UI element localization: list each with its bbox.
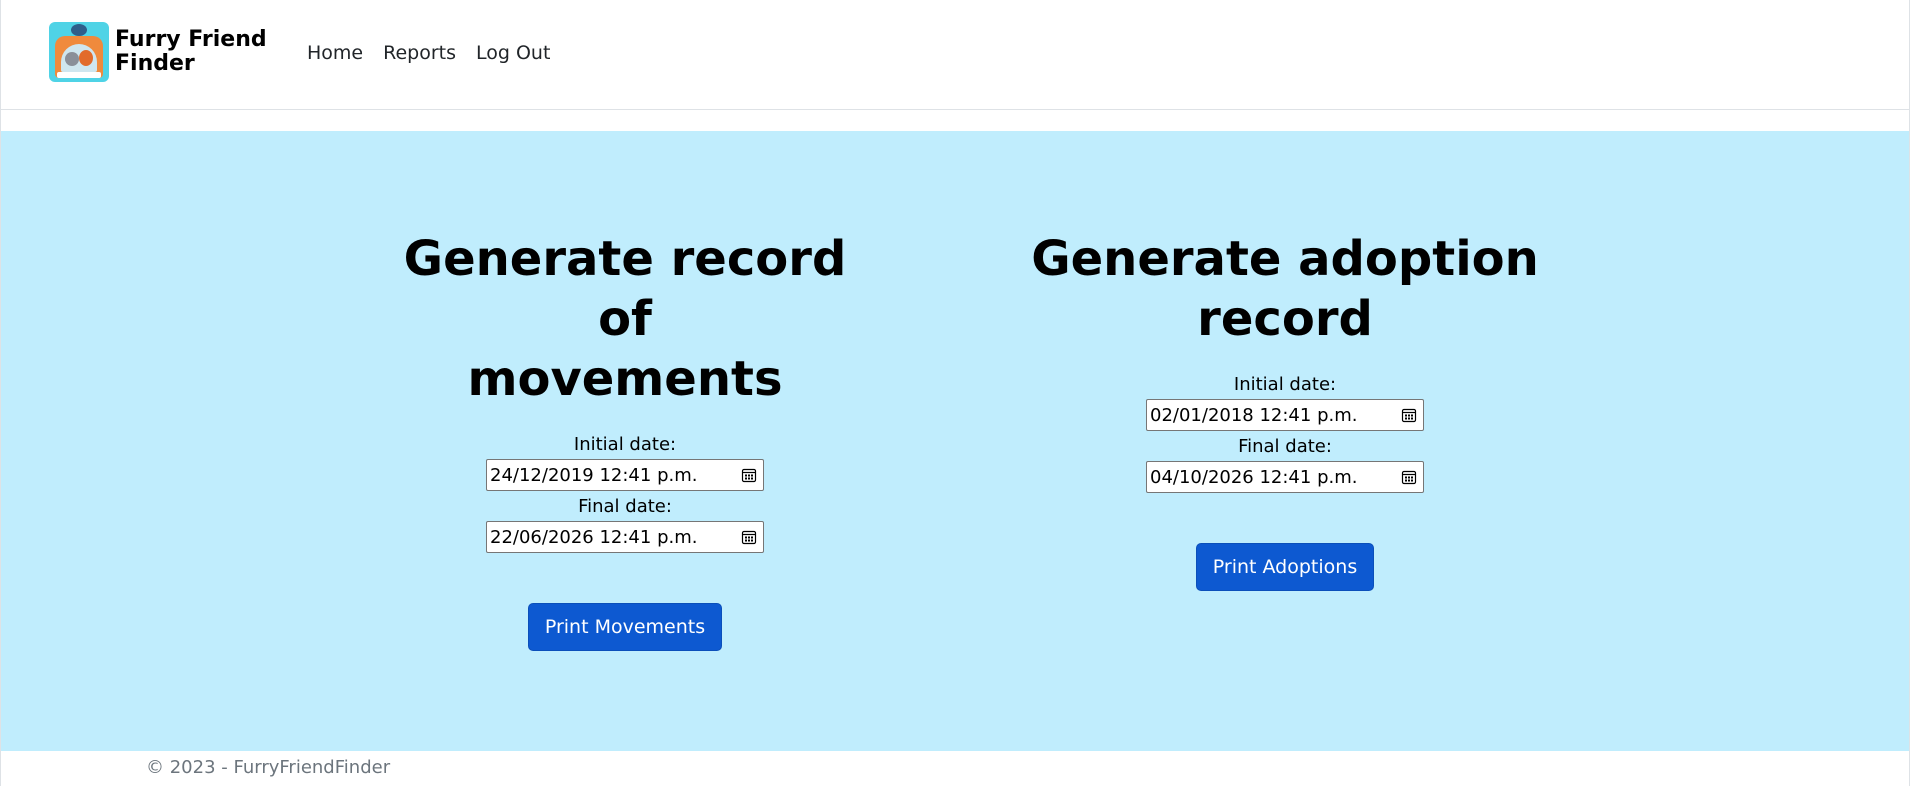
nav-link-logout[interactable]: Log Out bbox=[476, 40, 550, 66]
logo-icon bbox=[49, 22, 109, 82]
adoptions-initial-date-input[interactable]: 02/01/2018 12:41 p.m. bbox=[1146, 399, 1424, 431]
adoptions-title: Generate adoption record bbox=[1031, 231, 1539, 347]
nav-link-home[interactable]: Home bbox=[307, 40, 363, 66]
movements-title-line-1: Generate record of bbox=[403, 231, 847, 347]
movements-title-line-2: movements bbox=[467, 351, 783, 407]
movements-initial-label: Initial date: bbox=[573, 434, 677, 455]
adoptions-initial-date-value: 02/01/2018 12:41 p.m. bbox=[1150, 404, 1358, 426]
calendar-icon[interactable] bbox=[741, 467, 757, 483]
brand-link[interactable]: Furry Friend Finder bbox=[49, 20, 277, 84]
movements-final-date-input[interactable]: 22/06/2026 12:41 p.m. bbox=[486, 521, 764, 553]
movements-initial-date-input[interactable]: 24/12/2019 12:41 p.m. bbox=[486, 459, 764, 491]
calendar-icon[interactable] bbox=[741, 529, 757, 545]
movements-section: Generate record of movements Initial dat… bbox=[395, 229, 855, 651]
movements-final-date-value: 22/06/2026 12:41 p.m. bbox=[490, 526, 698, 548]
calendar-icon[interactable] bbox=[1401, 469, 1417, 485]
movements-initial-date-value: 24/12/2019 12:41 p.m. bbox=[490, 464, 698, 486]
movements-final-label: Final date: bbox=[578, 496, 672, 517]
adoptions-section: Generate adoption record Initial date: 0… bbox=[975, 229, 1595, 591]
main-nav: Home Reports Log Out bbox=[307, 40, 570, 66]
adoptions-final-date-input[interactable]: 04/10/2026 12:41 p.m. bbox=[1146, 461, 1424, 493]
page: Furry Friend Finder Home Reports Log Out… bbox=[0, 0, 1910, 786]
calendar-icon[interactable] bbox=[1401, 407, 1417, 423]
navbar: Furry Friend Finder Home Reports Log Out bbox=[1, 0, 1909, 110]
brand-line-2: Finder bbox=[115, 51, 195, 76]
adoptions-final-label: Final date: bbox=[1238, 436, 1332, 457]
main-content: Generate record of movements Initial dat… bbox=[1, 131, 1909, 751]
movements-title: Generate record of movements bbox=[395, 229, 855, 409]
print-adoptions-button[interactable]: Print Adoptions bbox=[1195, 543, 1375, 591]
brand-name: Furry Friend Finder bbox=[115, 28, 267, 76]
adoptions-initial-label: Initial date: bbox=[1233, 374, 1337, 395]
footer: © 2023 - FurryFriendFinder bbox=[1, 751, 1909, 786]
adoptions-final-date-value: 04/10/2026 12:41 p.m. bbox=[1150, 466, 1358, 488]
footer-copyright: © 2023 - FurryFriendFinder bbox=[146, 757, 391, 778]
nav-link-reports[interactable]: Reports bbox=[383, 40, 456, 66]
print-movements-button[interactable]: Print Movements bbox=[527, 603, 723, 651]
brand-line-1: Furry Friend bbox=[115, 27, 267, 52]
